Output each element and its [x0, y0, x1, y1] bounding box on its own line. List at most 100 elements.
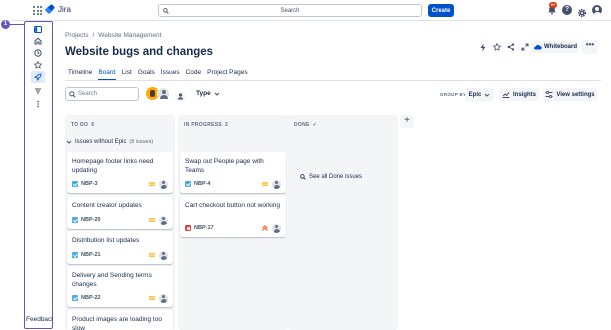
sidebar-item-starred[interactable]	[31, 59, 45, 71]
feedback-link[interactable]: Feedbacl	[26, 316, 53, 323]
sidebar-item-more[interactable]	[31, 98, 45, 110]
home-icon	[34, 37, 42, 45]
automation-button[interactable]	[477, 41, 489, 53]
breadcrumb-project[interactable]: Website Management	[98, 32, 161, 39]
card-title: Distribution list updates	[72, 237, 140, 244]
search-icon	[163, 8, 169, 14]
assignee-avatar[interactable]	[272, 223, 281, 233]
priority-medium-icon	[149, 296, 155, 300]
card-title: Homepage footer links need updating	[72, 158, 154, 174]
priority-medium-icon	[149, 253, 155, 257]
sidebar-panel-icon	[34, 25, 42, 33]
card-footer: NBP-17	[185, 223, 281, 233]
filter-icon	[35, 88, 41, 94]
help-icon[interactable]: ?	[562, 5, 572, 15]
tab-goals[interactable]: Goals	[138, 69, 155, 80]
tab-project-pages[interactable]: Project Pages	[207, 69, 247, 80]
chevron-down-icon	[484, 93, 490, 97]
jira-logo[interactable]: Jira	[46, 5, 71, 14]
breadcrumb-separator: /	[92, 32, 95, 39]
title-actions	[477, 41, 533, 53]
type-filter-dropdown[interactable]: Type	[196, 90, 220, 97]
more-actions-button[interactable]: •••	[582, 40, 598, 54]
fullscreen-button[interactable]	[519, 41, 531, 53]
view-settings-button[interactable]: View settings	[543, 88, 597, 101]
issue-card[interactable]: Product images are loading too slow	[67, 310, 173, 330]
issue-card[interactable]: Content creator updates NBP-20	[67, 196, 173, 229]
issue-card[interactable]: Cart checkout button not working NBP-17	[180, 196, 286, 237]
sidebar-toggle[interactable]	[31, 23, 45, 35]
task-icon	[185, 181, 191, 187]
issue-key: NBP-3	[81, 181, 98, 187]
assignee-avatar[interactable]	[272, 179, 281, 189]
assignee-avatar[interactable]	[159, 293, 168, 303]
card-title: Content creator updates	[72, 202, 142, 209]
breadcrumb-projects[interactable]: Projects	[65, 32, 88, 39]
swimlane-header[interactable]: Issues without Epic (8 issues)	[66, 139, 153, 145]
see-all-done-link[interactable]: See all Done issues	[300, 174, 362, 180]
group-by-select[interactable]: Epic	[465, 88, 494, 101]
issue-key: NBP-22	[81, 295, 101, 301]
watch-button[interactable]	[491, 41, 503, 53]
issue-card[interactable]: Homepage footer links need updating NBP-…	[67, 152, 173, 193]
column-count: 2	[225, 122, 229, 128]
whiteboard-label: Whiteboard	[544, 44, 577, 50]
board-search-input[interactable]: Search	[65, 87, 139, 101]
lightning-icon	[480, 43, 486, 51]
card-footer: NBP-20	[72, 215, 168, 225]
group-by-label: GROUP BY	[440, 92, 467, 97]
assignee-filter-avatar-unassigned[interactable]	[157, 87, 170, 100]
add-column-button[interactable]: +	[400, 115, 414, 128]
column-header-in-progress: IN PROGRESS 2	[184, 122, 228, 128]
task-icon	[72, 252, 78, 258]
tab-code[interactable]: Code	[186, 69, 202, 80]
global-search-input[interactable]: Search	[158, 4, 422, 17]
task-icon	[72, 217, 78, 223]
settings-button[interactable]	[577, 5, 587, 18]
chevron-down-icon	[66, 140, 72, 144]
sidebar-item-projects[interactable]	[31, 71, 45, 83]
sidebar-item-filters[interactable]	[31, 85, 45, 97]
insights-label: Insights	[512, 91, 536, 98]
issue-card[interactable]: Distribution list updates NBP-21	[67, 231, 173, 264]
sidebar-item-home[interactable]	[31, 35, 45, 47]
bug-icon	[185, 225, 191, 231]
app-switcher-icon[interactable]	[33, 6, 42, 15]
tab-list[interactable]: List	[122, 69, 132, 80]
step-marker: 1	[1, 20, 10, 29]
notifications-badge: 9+	[549, 2, 557, 8]
share-button[interactable]	[505, 41, 517, 53]
create-button[interactable]: Create	[428, 4, 454, 17]
assignee-avatar[interactable]	[159, 179, 168, 189]
clock-icon	[34, 49, 42, 57]
group-by-value: Epic	[468, 91, 482, 98]
swimlane-count: (8 issues)	[129, 139, 154, 145]
tab-timeline[interactable]: Timeline	[68, 69, 92, 80]
star-outline-icon	[493, 43, 501, 51]
card-footer: NBP-3	[72, 179, 168, 189]
card-title: Swap out People page with Teams	[185, 158, 264, 174]
chevron-down-icon	[214, 92, 220, 96]
column-header-todo: TO DO 6	[71, 122, 94, 128]
more-vertical-icon	[37, 100, 39, 108]
sidebar-item-recent[interactable]	[31, 47, 45, 59]
whiteboard-button[interactable]: Whiteboard	[531, 41, 579, 53]
issue-card[interactable]: Swap out People page with Teams NBP-4	[180, 152, 286, 193]
people-icon	[175, 91, 186, 102]
tab-issues[interactable]: Issues	[161, 69, 180, 80]
insights-button[interactable]: Insights	[499, 88, 539, 101]
assignee-avatar[interactable]	[159, 215, 168, 225]
column-name: IN PROGRESS	[184, 122, 223, 128]
cloud-icon	[534, 44, 542, 50]
chart-line-icon	[502, 92, 510, 98]
card-title: Product images are loading too slow	[72, 316, 162, 330]
profile-avatar[interactable]	[592, 5, 602, 15]
assignee-avatar[interactable]	[159, 250, 168, 260]
card-title: Cart checkout button not working	[185, 202, 281, 209]
search-icon	[300, 174, 306, 180]
tab-board[interactable]: Board	[98, 69, 117, 80]
add-people-button[interactable]	[175, 89, 186, 102]
priority-medium-icon	[149, 182, 155, 186]
type-filter-label: Type	[196, 90, 211, 97]
issue-card[interactable]: Delivery and Sending terms changes NBP-2…	[67, 266, 173, 307]
